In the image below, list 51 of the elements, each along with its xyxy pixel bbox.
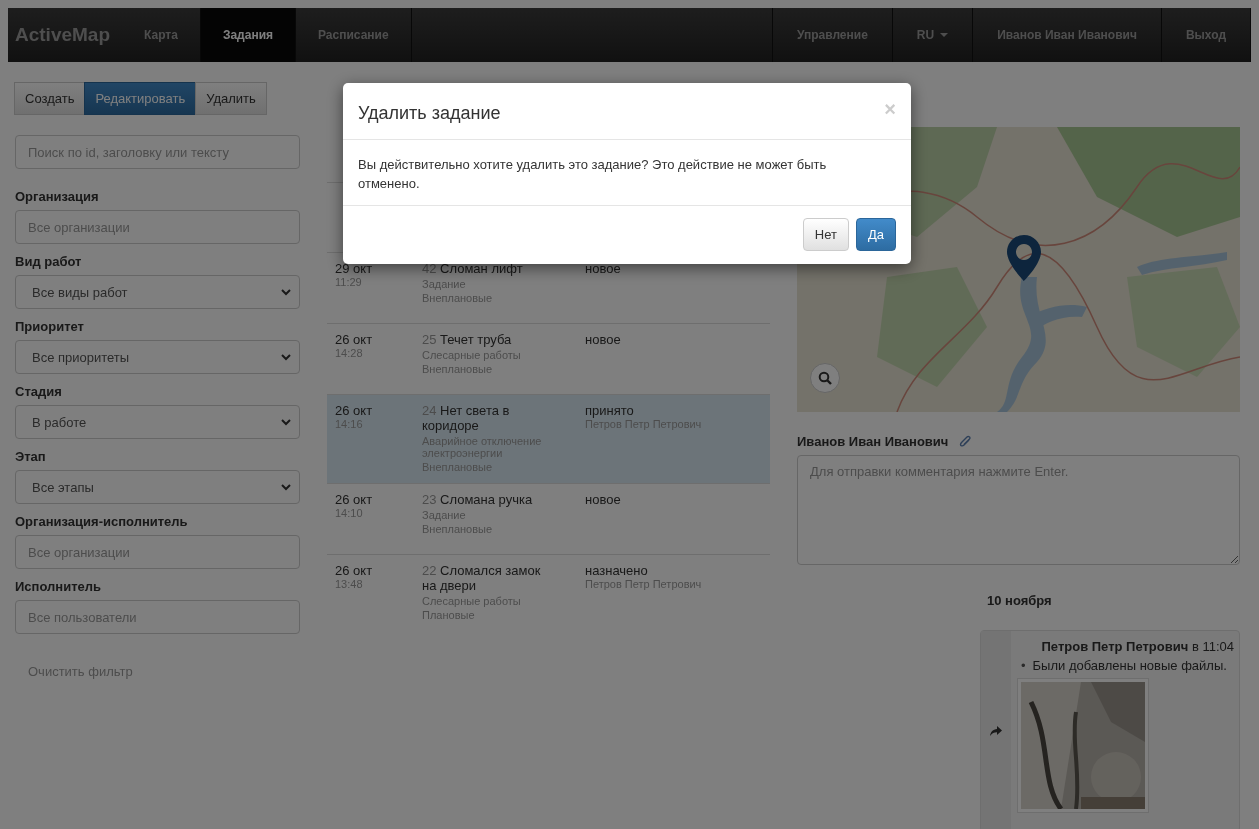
share-arrow-icon [990,726,1002,736]
nav-link[interactable]: Выход [1161,8,1251,62]
toolbar-button[interactable]: Создать [14,82,86,115]
task-status: назначено [585,563,649,578]
chevron-icon [281,288,291,296]
cancel-button[interactable]: Нет [802,218,849,251]
task-date: 26 окт [335,563,374,578]
task-date: 26 окт [335,403,374,418]
search-icon [818,371,832,385]
task-status: новое [585,261,622,276]
language-dropdown[interactable]: RU [892,8,974,62]
history-item: Были добавлены новые файлы. [1032,658,1227,674]
chevron-icon [281,418,291,426]
filter-label: Организация [15,189,100,204]
filter-dropdown[interactable]: Все этапы [15,470,300,504]
caret-icon [940,33,949,37]
filter-label: Исполнитель [15,579,102,594]
nav-tab[interactable]: Расписание [296,8,412,62]
nav-link[interactable]: Управление [772,8,893,62]
task-date: 29 окт [335,261,374,276]
toolbar-button[interactable]: Редактировать [84,82,197,115]
modal-title: Удалить задание [358,103,501,124]
filter-dropdown[interactable]: В работе [15,405,300,439]
history-author: Петров Петр Петрович [1041,639,1189,654]
history-time: в 11:04 [1191,639,1234,654]
task-status: принято [585,403,635,418]
nav-link[interactable]: Иванов Иван Иванович [973,8,1162,62]
paperclip-icon[interactable] [958,434,973,449]
task-date: 26 окт [335,332,374,347]
filter-dropdown[interactable]: Все виды работ [15,275,300,309]
filter-label: Приоритет [15,319,85,334]
map-pin-icon [1007,235,1041,281]
task-status: новое [585,492,622,507]
nav-tab[interactable]: Задания [200,8,296,62]
history-date: 10 ноября [987,593,1053,608]
modal-message: Вы действительно хотите удалить это задание? Это действие не может быть отменено. [357,156,828,193]
filter-label: Вид работ [15,254,83,269]
task-status: новое [585,332,622,347]
chevron-icon [281,483,291,491]
filter-label: Организация-исполнитель [15,514,189,529]
comment-author: Иванов Иван Иванович [797,434,949,449]
filter-label: Стадия [15,384,63,399]
filter-dropdown[interactable]: Все приоритеты [15,340,300,374]
nav-tab[interactable]: Карта [122,8,201,62]
bullet-mark: • [1021,658,1026,674]
chevron-icon [281,353,291,361]
filter-label: Этап [15,449,47,464]
brand-logo[interactable]: ActiveMap [8,8,123,62]
task-date: 26 окт [335,492,374,507]
confirm-button[interactable]: Да [855,218,896,251]
toolbar-button[interactable]: Удалить [195,82,267,115]
